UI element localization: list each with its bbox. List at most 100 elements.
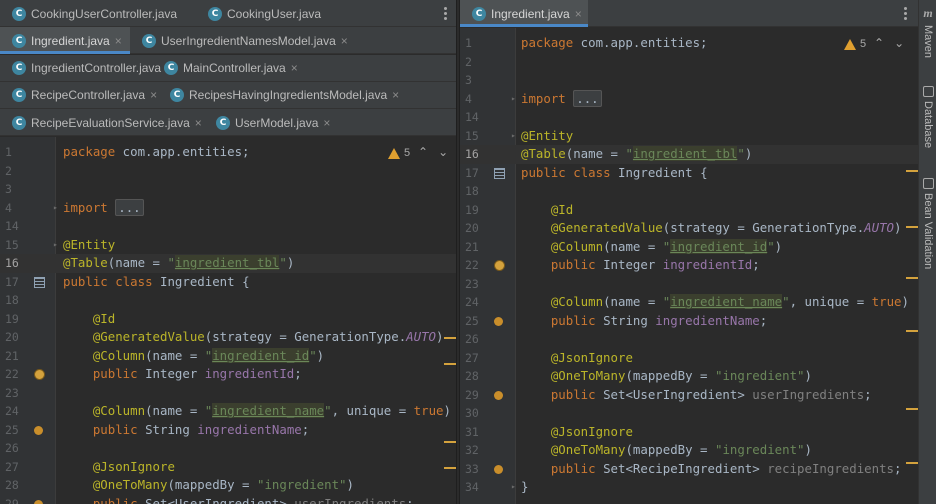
code-line[interactable]: 21 @Column(name = "ingredient_id") (460, 238, 918, 257)
warning-stripe-mark[interactable] (444, 337, 456, 339)
code-line[interactable]: 2 (0, 162, 456, 181)
fold-toggle-icon[interactable]: ▸ (53, 199, 58, 218)
code-line[interactable]: 25 public String ingredientName; (0, 421, 456, 440)
editor-tab[interactable]: C RecipeController.java × (0, 82, 158, 109)
editor-tab[interactable]: C UserModel.java × (204, 109, 334, 136)
warning-stripe-mark[interactable] (906, 170, 918, 172)
code-line[interactable]: 20 @GeneratedValue(strategy = Generation… (460, 219, 918, 238)
code-line[interactable]: 24 @Column(name = "ingredient_name", uni… (0, 402, 456, 421)
code-line[interactable]: 27 @JsonIgnore (0, 458, 456, 477)
navigate-gutter-icon[interactable] (494, 464, 503, 474)
code-line[interactable]: 30 (460, 404, 918, 423)
code-line[interactable]: 31 @JsonIgnore (460, 423, 918, 442)
warning-stripe-mark[interactable] (906, 226, 918, 228)
code-line[interactable]: 25 public String ingredientName; (460, 312, 918, 331)
editor-tab[interactable]: C RecipeEvaluationService.java × (0, 109, 204, 136)
code-line[interactable]: 32 @OneToMany(mappedBy = "ingredient") (460, 441, 918, 460)
navigate-gutter-icon[interactable] (494, 316, 503, 326)
code-line[interactable]: 22 public Integer ingredientId; (0, 365, 456, 384)
editor-tab[interactable]: C IngredientController.java (0, 55, 161, 82)
editor-tab[interactable]: C Ingredient.java × (0, 27, 130, 55)
code-line[interactable]: 23 (460, 275, 918, 294)
bean-gutter-icon[interactable] (34, 369, 45, 380)
code-line[interactable]: 14 (0, 217, 456, 236)
warning-stripe-mark[interactable] (444, 441, 456, 443)
close-tab-icon[interactable]: × (291, 61, 298, 75)
warning-stripe-mark[interactable] (444, 467, 456, 469)
editor-tab[interactable]: C CookingUserController.java (0, 0, 196, 27)
right-error-stripe[interactable] (904, 28, 918, 504)
bean-gutter-icon[interactable] (494, 260, 505, 271)
code-line[interactable]: 2 (460, 53, 918, 72)
code-line[interactable]: 33 public Set<RecipeIngredient> recipeIn… (460, 460, 918, 479)
editor-tab[interactable]: C MainController.java × (152, 55, 322, 82)
table-gutter-icon[interactable] (494, 167, 505, 179)
code-line[interactable]: 16 @Table(name = "ingredient_tbl") (0, 254, 456, 273)
close-tab-icon[interactable]: × (323, 116, 330, 130)
code-line[interactable]: 20 @GeneratedValue(strategy = Generation… (0, 328, 456, 347)
warning-stripe-mark[interactable] (906, 277, 918, 279)
previous-highlight-icon[interactable]: ⌃ (874, 36, 894, 50)
code-line[interactable]: 23 (0, 384, 456, 403)
code-line[interactable]: 34 ▸} (460, 478, 918, 497)
code-line[interactable]: 21 @Column(name = "ingredient_id") (0, 347, 456, 366)
code-line[interactable]: 15 ▸ @Entity (460, 127, 918, 146)
code-line[interactable]: 26 (0, 439, 456, 458)
database-tool-button[interactable]: Database (920, 86, 936, 148)
editor-tab[interactable]: C Ingredient.java × (460, 0, 588, 27)
code-line[interactable]: 4 ▸ import ... (0, 198, 456, 218)
fold-toggle-icon[interactable]: ▸ (511, 478, 516, 497)
code-line[interactable]: 18 (0, 291, 456, 310)
warning-stripe-mark[interactable] (906, 330, 918, 332)
close-tab-icon[interactable]: × (115, 34, 122, 48)
code-line[interactable]: 14 (460, 108, 918, 127)
fold-toggle-icon[interactable]: ▸ (511, 127, 516, 146)
code-line[interactable]: 27 @JsonIgnore (460, 349, 918, 368)
code-line[interactable]: 19 @Id (460, 201, 918, 220)
code-line[interactable]: 17 public class Ingredient { (460, 164, 918, 183)
code-line[interactable]: 3 (460, 71, 918, 90)
code-line[interactable]: 18 (460, 182, 918, 201)
navigate-gutter-icon[interactable] (34, 425, 43, 435)
right-code-editor[interactable]: 1 package com.app.entities; 2 3 4 ▸ import ...… (460, 28, 918, 504)
warning-stripe-mark[interactable] (906, 462, 918, 464)
code-line[interactable]: 19 @Id (0, 310, 456, 329)
code-line[interactable]: 17 public class Ingredient { (0, 273, 456, 292)
code-line[interactable]: 26 (460, 330, 918, 349)
more-tabs-icon[interactable] (898, 0, 912, 27)
editor-tab[interactable]: C CookingUser.java (196, 0, 432, 27)
fold-toggle-icon[interactable]: ▸ (53, 236, 58, 255)
right-inspection-widget[interactable]: 5 (844, 35, 866, 53)
fold-toggle-icon[interactable]: ▸ (511, 90, 516, 109)
navigate-gutter-icon[interactable] (34, 499, 43, 504)
left-code-editor[interactable]: 1 package com.app.entities; 2 3 4 ▸ import ...… (0, 137, 456, 504)
close-tab-icon[interactable]: × (195, 116, 202, 130)
code-line[interactable]: 28 @OneToMany(mappedBy = "ingredient") (460, 367, 918, 386)
navigate-gutter-icon[interactable] (494, 390, 503, 400)
warning-stripe-mark[interactable] (444, 363, 456, 365)
table-gutter-icon[interactable] (34, 276, 45, 288)
close-tab-icon[interactable]: × (150, 88, 157, 102)
left-warning-count: 5 (404, 147, 411, 159)
editor-tab[interactable]: C RecipesHavingIngredientsModel.java × (158, 82, 399, 109)
previous-highlight-icon[interactable]: ⌃ (418, 145, 438, 159)
code-line[interactable]: 4 ▸ import ... (460, 89, 918, 109)
bean-validation-tool-button[interactable]: Bean Validation (920, 178, 936, 269)
code-line[interactable]: 29 public Set<UserIngredient> userIngred… (460, 386, 918, 405)
code-line[interactable]: 16 @Table(name = "ingredient_tbl") (460, 145, 918, 164)
close-tab-icon[interactable]: × (575, 7, 582, 21)
code-line[interactable]: 28 @OneToMany(mappedBy = "ingredient") (0, 476, 456, 495)
left-inspection-widget[interactable]: 5 (388, 144, 410, 162)
code-line[interactable]: 29 public Set<UserIngredient> userIngred… (0, 495, 456, 504)
warning-stripe-mark[interactable] (906, 408, 918, 410)
code-line[interactable]: 3 (0, 180, 456, 199)
code-line[interactable]: 24 @Column(name = "ingredient_name", uni… (460, 293, 918, 312)
left-error-stripe[interactable] (442, 137, 456, 504)
close-tab-icon[interactable]: × (341, 34, 348, 48)
code-line[interactable]: 15 ▸ @Entity (0, 236, 456, 255)
close-tab-icon[interactable]: × (392, 88, 399, 102)
maven-tool-button[interactable]: m Maven (920, 6, 936, 58)
more-tabs-icon[interactable] (438, 0, 452, 27)
code-line[interactable]: 22 public Integer ingredientId; (460, 256, 918, 275)
editor-tab[interactable]: C UserIngredientNamesModel.java × (130, 27, 352, 54)
